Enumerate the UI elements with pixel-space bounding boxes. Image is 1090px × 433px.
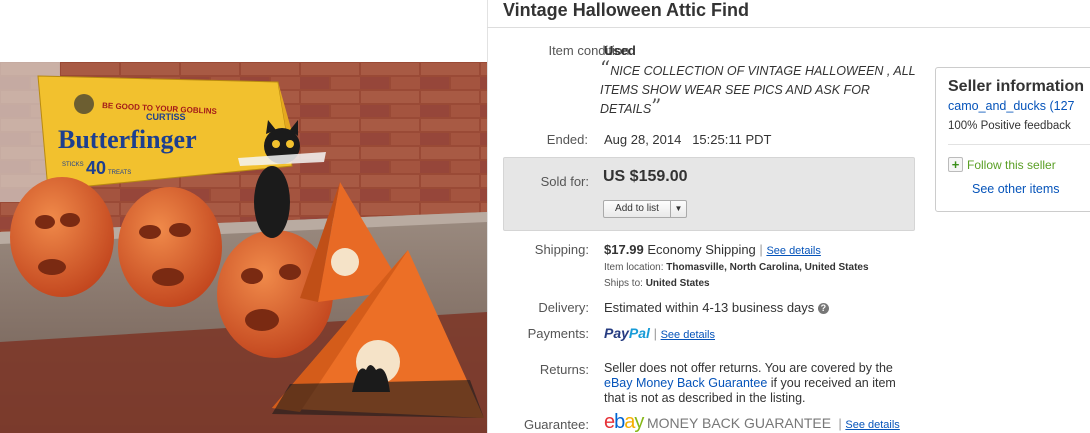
ebay-logo: ebay xyxy=(604,411,644,433)
ships-to: Ships to: United States xyxy=(604,278,710,289)
box-treats: TREATS xyxy=(108,170,131,176)
shipping-service: Economy Shipping xyxy=(647,242,756,257)
delivery-estimate: Estimated within 4-13 business days xyxy=(604,300,815,315)
money-back-guarantee-link[interactable]: eBay Money Back Guarantee xyxy=(604,376,767,390)
pumpkin-middle xyxy=(118,187,222,307)
ebay-logo-e: e xyxy=(604,411,615,433)
sold-label: Sold for: xyxy=(540,174,589,189)
shipping-label: Shipping: xyxy=(534,242,589,257)
see-other-items-link[interactable]: See other items xyxy=(972,182,1060,196)
follow-seller-label[interactable]: Follow this seller xyxy=(967,158,1056,172)
delivery-label: Delivery: xyxy=(538,300,589,315)
plus-icon[interactable]: + xyxy=(948,157,963,172)
item-location-label: Item location: xyxy=(604,262,664,273)
shipping-see-details-link[interactable]: See details xyxy=(766,245,820,257)
box-brand: CURTISS xyxy=(146,112,186,122)
pumpkin-left xyxy=(10,177,114,297)
condition-note: “NICE COLLECTION OF VINTAGE HALLOWEEN , … xyxy=(600,58,925,119)
ended-label: Ended: xyxy=(546,132,588,147)
ebay-logo-a: a xyxy=(624,411,635,433)
condition-note-text: NICE COLLECTION OF VINTAGE HALLOWEEN , A… xyxy=(600,64,916,116)
add-to-list-button[interactable]: Add to list ▼ xyxy=(603,200,687,218)
ended-date: Aug 28, 2014 xyxy=(604,132,682,147)
ships-to-value: United States xyxy=(645,278,710,289)
info-icon[interactable]: ? xyxy=(817,303,829,314)
sold-price: US $159.00 xyxy=(603,168,688,185)
returns-line-2-text: if you received an item xyxy=(767,376,896,390)
guarantee-see-details-link[interactable]: See details xyxy=(845,419,899,431)
payments-label: Payments: xyxy=(527,326,589,341)
separator: | xyxy=(653,326,657,341)
returns-line-2: eBay Money Back Guarantee if you receive… xyxy=(604,376,896,391)
shipping-value: $17.99 Economy Shipping | See details xyxy=(604,242,821,257)
seller-info-heading: Seller information xyxy=(948,78,1085,95)
delivery-value: Estimated within 4-13 business days ? xyxy=(604,300,829,315)
follow-seller-button[interactable]: + Follow this seller xyxy=(948,157,1056,172)
add-to-list-label[interactable]: Add to list xyxy=(604,201,671,217)
seller-name-link[interactable]: camo_and_ducks xyxy=(948,99,1046,113)
returns-line-1: Seller does not offer returns. You are c… xyxy=(604,361,893,375)
separator: | xyxy=(759,242,763,257)
returns-label: Returns: xyxy=(539,362,589,377)
returns-value: Seller does not offer returns. You are c… xyxy=(604,361,896,406)
separator: | xyxy=(834,416,842,431)
paypal-logo-pal: Pal xyxy=(628,325,650,341)
money-back-guarantee-text: MONEY BACK GUARANTEE xyxy=(647,415,832,431)
shipping-cost: $17.99 xyxy=(604,242,644,257)
guarantee-value: ebay MONEY BACK GUARANTEE | See details xyxy=(604,411,900,433)
feedback-score-link[interactable]: (127 xyxy=(1049,99,1074,113)
box-product: Butterfinger xyxy=(58,125,197,154)
payments-value: PayPal | See details xyxy=(604,325,715,341)
ebay-logo-b: b xyxy=(614,411,625,433)
payments-see-details-link[interactable]: See details xyxy=(661,329,715,341)
guarantee-label: Guarantee: xyxy=(523,417,589,432)
item-location-value: Thomasville, North Carolina, United Stat… xyxy=(666,262,869,273)
product-image[interactable]: BE GOOD TO YOUR GOBLINS CURTISS Butterfi… xyxy=(0,62,487,433)
chevron-down-icon[interactable]: ▼ xyxy=(671,201,686,217)
close-quote-icon: ” xyxy=(651,94,662,118)
title-divider xyxy=(487,27,1090,28)
open-quote-icon: “ xyxy=(600,56,611,80)
ebay-logo-y: y xyxy=(634,411,644,433)
returns-line-3: that is not as described in the listing. xyxy=(604,391,806,405)
ships-to-label: Ships to: xyxy=(604,278,643,289)
paypal-logo: PayPal xyxy=(604,325,650,341)
paypal-logo-pay: Pay xyxy=(604,325,629,341)
box-count: 40 xyxy=(86,158,106,178)
ended-value: Aug 28, 2014 15:25:11 PDT xyxy=(604,132,771,147)
seller-info-box: Seller information camo_and_ducks (127 1… xyxy=(935,67,1090,212)
column-divider xyxy=(487,0,488,433)
product-photo-illustration: BE GOOD TO YOUR GOBLINS CURTISS Butterfi… xyxy=(0,62,487,433)
sold-box xyxy=(503,157,915,231)
seller-divider xyxy=(948,144,1090,145)
ended-time: 15:25:11 PDT xyxy=(692,132,772,147)
seller-name-row: camo_and_ducks (127 xyxy=(948,99,1075,113)
item-location: Item location: Thomasville, North Caroli… xyxy=(604,262,869,273)
positive-feedback: 100% Positive feedback xyxy=(948,120,1071,132)
page-title: Vintage Halloween Attic Find xyxy=(503,0,750,20)
box-small: STICKS xyxy=(62,162,84,168)
